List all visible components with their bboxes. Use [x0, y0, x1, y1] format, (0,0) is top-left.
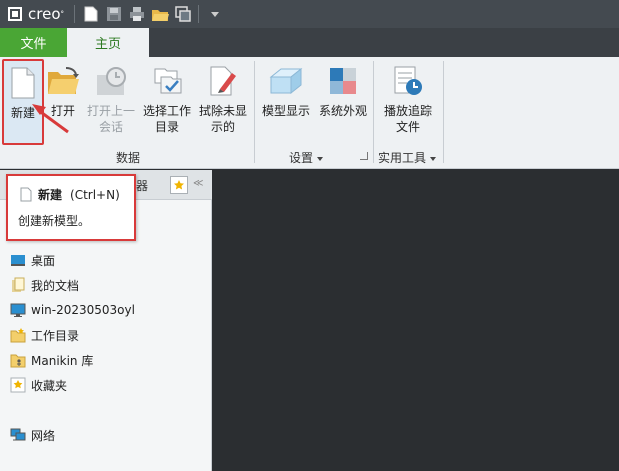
tab-home[interactable]: 主页: [67, 28, 149, 57]
nav-item-manikin-library[interactable]: Manikin 库: [10, 350, 93, 370]
nav-item-manikin-library-label: Manikin 库: [31, 353, 94, 368]
select-working-directory-label-1: 选择工作: [142, 104, 191, 118]
group-separator: [254, 61, 255, 163]
ribbon: 新建 打开 打开上一 会话 选择工作 目录 拭除未显 示的 模型显示 系统外观 …: [0, 57, 619, 169]
nav-item-computer[interactable]: win-20230503oyl: [10, 300, 135, 320]
nav-item-network-label: 网络: [31, 428, 56, 443]
tab-file[interactable]: 文件: [0, 28, 67, 57]
creo-logo-text: creo: [28, 5, 61, 23]
favorites-tab-icon[interactable]: [170, 176, 188, 194]
erase-not-displayed-label-1: 拭除未显: [198, 104, 247, 118]
computer-icon: [10, 302, 26, 318]
manikin-library-icon: [10, 352, 26, 368]
model-display-label: 模型显示: [261, 104, 310, 118]
creo-logo-icon: [8, 7, 22, 21]
group-separator: [373, 61, 374, 163]
select-working-directory-label-2: 目录: [154, 120, 179, 134]
panel-collapse-icon[interactable]: ≪: [193, 178, 203, 189]
play-trail-file-label-2: 文件: [395, 120, 420, 134]
group-label-settings-text: 设置: [289, 151, 314, 165]
open-last-session-icon: [93, 63, 129, 99]
erase-not-displayed-button[interactable]: 拭除未显 示的: [196, 59, 250, 145]
open-last-session-label-1: 打开上一: [86, 104, 135, 118]
new-file-icon: [20, 187, 32, 202]
chevron-down-icon: [317, 156, 324, 161]
annotation-arrow-icon: [32, 104, 69, 134]
qat-window-icon[interactable]: [173, 4, 193, 24]
nav-item-working-directory[interactable]: 工作目录: [10, 325, 79, 345]
tooltip-title: 新建: [38, 188, 63, 202]
title-bar: creo °: [0, 0, 619, 28]
creo-logo: creo °: [8, 5, 64, 23]
model-display-button[interactable]: 模型显示: [259, 59, 313, 145]
system-appearance-icon: [325, 63, 361, 99]
tooltip-shortcut: (Ctrl+N): [70, 187, 120, 202]
play-trail-file-icon: [390, 63, 426, 99]
open-last-session-label-2: 会话: [98, 120, 123, 134]
working-directory-icon: [10, 327, 26, 343]
qat-separator: [74, 5, 75, 23]
qat-save-icon[interactable]: [104, 4, 124, 24]
select-working-directory-icon: [149, 63, 185, 99]
tooltip-description: 创建新模型。: [18, 214, 91, 228]
tooltip-header: 新建 (Ctrl+N): [20, 186, 120, 203]
nav-item-working-directory-label: 工作目录: [31, 328, 80, 343]
group-label-settings[interactable]: 设置: [289, 149, 324, 166]
nav-item-my-documents[interactable]: 我的文档: [10, 275, 79, 295]
group-label-data: 数据: [116, 151, 141, 165]
nav-item-network[interactable]: 网络: [10, 425, 55, 445]
qat-open-icon[interactable]: [150, 4, 170, 24]
group-label-utilities[interactable]: 实用工具: [378, 149, 437, 166]
network-icon: [10, 427, 26, 443]
play-trail-file-button[interactable]: 播放追踪 文件: [378, 59, 438, 145]
nav-item-my-documents-label: 我的文档: [31, 278, 80, 293]
qat-separator: [198, 5, 199, 23]
desktop-icon: [10, 252, 26, 268]
documents-icon: [10, 277, 26, 293]
qat-dropdown-icon[interactable]: [205, 4, 225, 24]
select-working-directory-button[interactable]: 选择工作 目录: [140, 59, 194, 145]
group-label-utilities-text: 实用工具: [378, 151, 427, 165]
erase-not-displayed-icon: [205, 63, 241, 99]
open-last-session-button[interactable]: 打开上一 会话: [84, 59, 138, 145]
new-button-tooltip: 新建 (Ctrl+N) 创建新模型。: [6, 174, 136, 241]
nav-item-favorites-label: 收藏夹: [31, 378, 68, 393]
model-display-icon: [268, 63, 304, 99]
new-file-icon: [5, 65, 41, 101]
navigator-tab-label[interactable]: 器: [136, 177, 148, 194]
group-separator: [443, 61, 444, 163]
chevron-down-icon: [430, 156, 437, 161]
system-appearance-label: 系统外观: [318, 104, 367, 118]
nav-item-desktop-label: 桌面: [31, 253, 56, 268]
favorites-icon: [10, 377, 26, 393]
open-folder-icon: [45, 63, 81, 99]
graphics-workspace[interactable]: [213, 170, 619, 471]
ribbon-tab-row: 文件 主页: [0, 28, 619, 57]
system-appearance-button[interactable]: 系统外观: [316, 59, 370, 145]
nav-item-computer-label: win-20230503oyl: [31, 303, 135, 317]
play-trail-file-label-1: 播放追踪: [383, 104, 432, 118]
nav-item-desktop[interactable]: 桌面: [10, 250, 55, 270]
erase-not-displayed-label-2: 示的: [210, 120, 235, 134]
qat-new-icon[interactable]: [81, 4, 101, 24]
nav-item-favorites[interactable]: 收藏夹: [10, 375, 67, 395]
dialog-launcher-icon[interactable]: [360, 152, 368, 160]
qat-print-icon[interactable]: [127, 4, 147, 24]
